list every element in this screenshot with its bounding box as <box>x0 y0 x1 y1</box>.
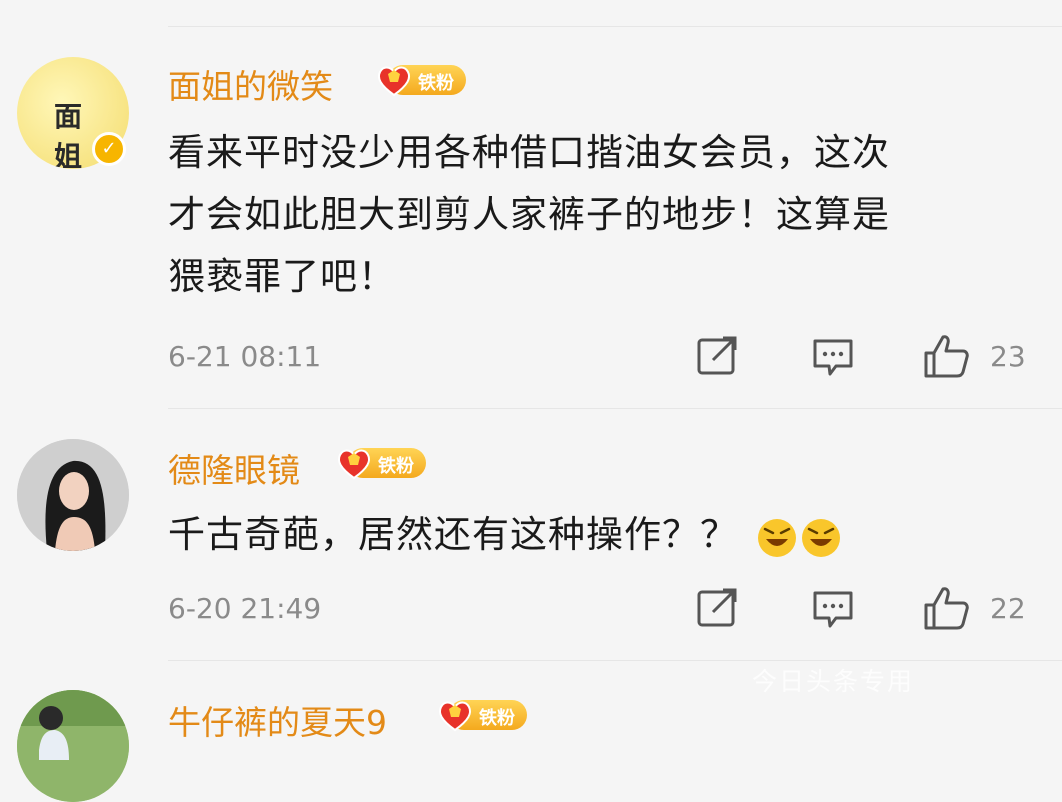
like-count: 22 <box>990 592 1026 625</box>
comment-item: 德隆眼镜 铁粉 千古奇葩，居然还有这种操作？？ 6-20 21:49 22 <box>0 408 1062 660</box>
reply-icon[interactable] <box>812 338 854 378</box>
comment-text-line: 才会如此胆大到剪人家裤子的地步！这算是 <box>168 193 890 236</box>
comment-text: 千古奇葩，居然还有这种操作？？ <box>168 504 1038 566</box>
watermark: 今日头条专用 <box>752 667 915 696</box>
reply-icon[interactable] <box>812 590 854 630</box>
timestamp: 6-20 21:49 <box>168 592 322 625</box>
timestamp: 6-21 08:11 <box>168 340 322 373</box>
comment-text: 看来平时没少用各种借口揩油女会员，这次 才会如此胆大到剪人家裤子的地步！这算是 … <box>168 122 1038 308</box>
username[interactable]: 面姐的微笑 <box>168 60 333 108</box>
avatar[interactable] <box>17 690 129 802</box>
comment-text-line: 看来平时没少用各种借口揩油女会员，这次 <box>168 131 890 174</box>
username[interactable]: 牛仔裤的夏天9 <box>168 696 387 744</box>
username[interactable]: 德隆眼镜 <box>168 444 300 492</box>
comment-item: 面 姐 ✓ 面姐的微笑 铁粉 看来平时没少用各种借口揩油女会员，这次 才会如此胆… <box>0 0 1062 408</box>
laugh-emoji <box>801 518 840 557</box>
comment-text-line: 猥亵罪了吧！ <box>168 255 396 298</box>
badge-label: 铁粉 <box>479 708 515 729</box>
fan-badge-icon: 铁粉 <box>437 695 529 735</box>
comment-text-line: 千古奇葩，居然还有这种操作？？ <box>168 513 738 556</box>
fan-badge-icon: 铁粉 <box>336 443 428 483</box>
share-icon[interactable] <box>697 336 739 376</box>
fan-badge-icon: 铁粉 <box>376 60 468 100</box>
badge-label: 铁粉 <box>378 456 414 477</box>
badge-label: 铁粉 <box>418 73 454 94</box>
share-icon[interactable] <box>697 588 739 628</box>
like-icon[interactable] <box>923 585 969 631</box>
avatar[interactable] <box>17 439 129 551</box>
like-count: 23 <box>990 340 1026 373</box>
verified-icon: ✓ <box>92 132 126 166</box>
like-icon[interactable] <box>923 333 969 379</box>
laugh-emoji <box>757 518 796 557</box>
